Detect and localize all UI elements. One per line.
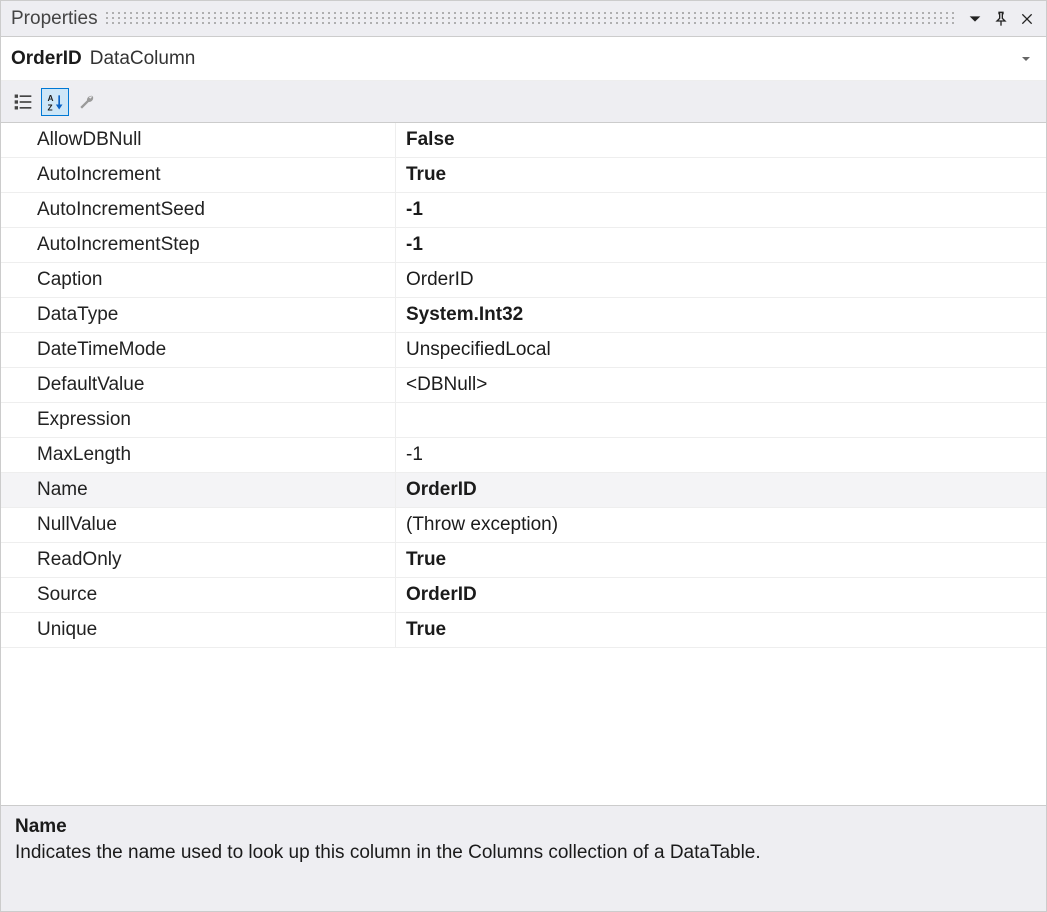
properties-panel: Properties OrderID DataColumn (0, 0, 1047, 912)
property-row[interactable]: MaxLength-1 (1, 438, 1046, 473)
pin-icon (993, 11, 1009, 27)
properties-toolbar: A Z (1, 81, 1046, 123)
property-label: DefaultValue (1, 368, 396, 402)
property-value[interactable]: OrderID (396, 263, 1046, 297)
property-label: Source (1, 578, 396, 612)
object-type: DataColumn (90, 48, 196, 70)
property-row[interactable]: SourceOrderID (1, 578, 1046, 613)
panel-title: Properties (11, 8, 98, 30)
property-pages-button[interactable] (73, 88, 101, 116)
property-label: NullValue (1, 508, 396, 542)
property-row[interactable]: Expression (1, 403, 1046, 438)
property-label: Unique (1, 613, 396, 647)
object-name: OrderID (11, 48, 82, 70)
property-value[interactable]: UnspecifiedLocal (396, 333, 1046, 367)
property-label: Caption (1, 263, 396, 297)
property-label: Expression (1, 403, 396, 437)
categorized-button[interactable] (9, 88, 37, 116)
property-label: AutoIncrementStep (1, 228, 396, 262)
chevron-down-icon (967, 11, 983, 27)
description-name: Name (15, 816, 1032, 838)
property-row[interactable]: AllowDBNullFalse (1, 123, 1046, 158)
property-label: DataType (1, 298, 396, 332)
property-grid: AllowDBNullFalseAutoIncrementTrueAutoInc… (1, 123, 1046, 805)
titlebar-grip[interactable] (106, 12, 954, 26)
property-label: AutoIncrement (1, 158, 396, 192)
object-selector[interactable]: OrderID DataColumn (1, 37, 1046, 81)
property-value[interactable] (396, 403, 1046, 437)
property-row[interactable]: AutoIncrementStep-1 (1, 228, 1046, 263)
chevron-down-icon (1020, 53, 1032, 65)
property-row[interactable]: ReadOnlyTrue (1, 543, 1046, 578)
property-row[interactable]: NullValue(Throw exception) (1, 508, 1046, 543)
property-label: AllowDBNull (1, 123, 396, 157)
object-dropdown-button[interactable] (1016, 49, 1036, 69)
property-value[interactable]: <DBNull> (396, 368, 1046, 402)
property-value[interactable]: -1 (396, 438, 1046, 472)
property-value[interactable]: -1 (396, 228, 1046, 262)
property-value[interactable]: (Throw exception) (396, 508, 1046, 542)
alphabetical-icon: A Z (45, 92, 65, 112)
close-button[interactable] (1014, 6, 1040, 32)
property-label: DateTimeMode (1, 333, 396, 367)
property-value[interactable]: OrderID (396, 578, 1046, 612)
window-options-button[interactable] (962, 6, 988, 32)
property-value[interactable]: True (396, 158, 1046, 192)
close-icon (1019, 11, 1035, 27)
property-label: ReadOnly (1, 543, 396, 577)
property-row[interactable]: DefaultValue<DBNull> (1, 368, 1046, 403)
property-label: AutoIncrementSeed (1, 193, 396, 227)
property-row[interactable]: AutoIncrementSeed-1 (1, 193, 1046, 228)
property-value[interactable]: True (396, 613, 1046, 647)
property-value[interactable]: System.Int32 (396, 298, 1046, 332)
property-row[interactable]: NameOrderID (1, 473, 1046, 508)
description-text: Indicates the name used to look up this … (15, 842, 1032, 864)
panel-titlebar: Properties (1, 1, 1046, 37)
wrench-icon (77, 92, 97, 112)
property-value[interactable]: True (396, 543, 1046, 577)
pin-button[interactable] (988, 6, 1014, 32)
property-row[interactable]: CaptionOrderID (1, 263, 1046, 298)
svg-text:Z: Z (48, 102, 53, 112)
property-row[interactable]: AutoIncrementTrue (1, 158, 1046, 193)
alphabetical-button[interactable]: A Z (41, 88, 69, 116)
property-row[interactable]: UniqueTrue (1, 613, 1046, 648)
property-row[interactable]: DataTypeSystem.Int32 (1, 298, 1046, 333)
categorized-icon (13, 92, 33, 112)
property-row[interactable]: DateTimeModeUnspecifiedLocal (1, 333, 1046, 368)
property-value[interactable]: OrderID (396, 473, 1046, 507)
property-label: MaxLength (1, 438, 396, 472)
description-pane: Name Indicates the name used to look up … (1, 805, 1046, 911)
property-value[interactable]: False (396, 123, 1046, 157)
property-label: Name (1, 473, 396, 507)
property-value[interactable]: -1 (396, 193, 1046, 227)
